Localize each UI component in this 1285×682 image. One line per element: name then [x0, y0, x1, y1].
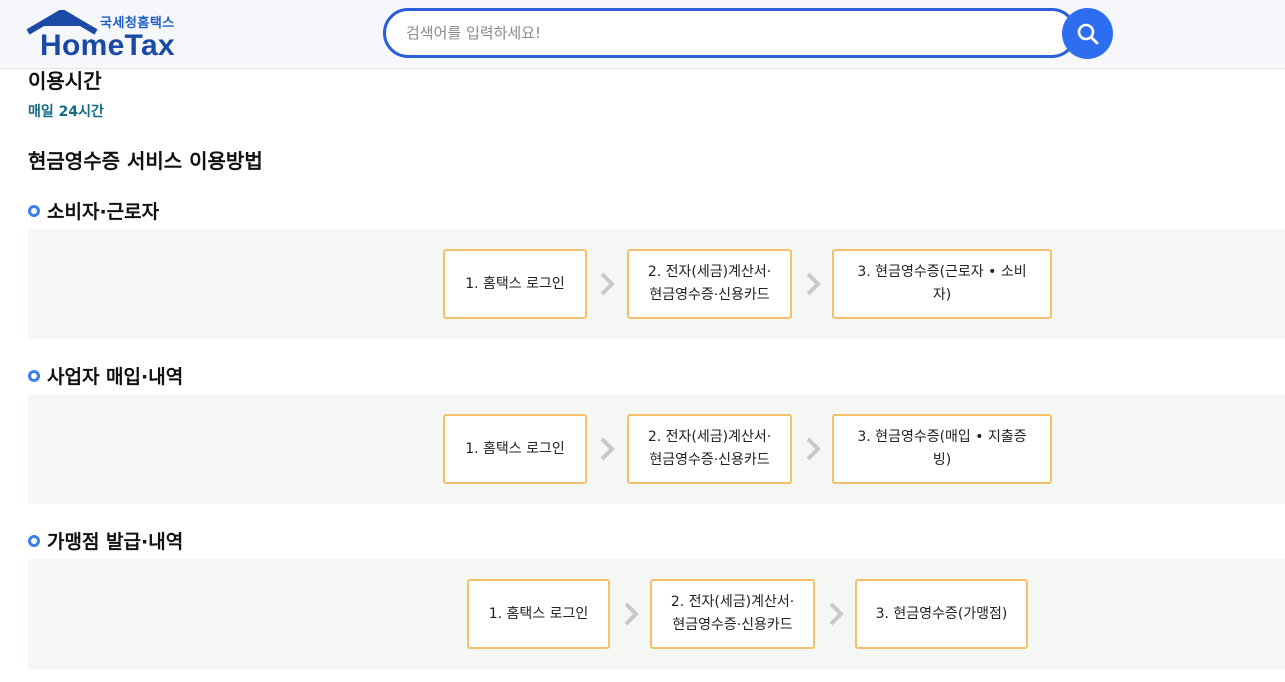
step-label: 1. 홈택스 로그인	[488, 605, 589, 622]
step-1-box[interactable]: 1. 홈택스 로그인	[467, 579, 610, 649]
chevron-right-icon	[806, 272, 821, 296]
step-3-box[interactable]: 3. 현금영수증(매입 • 지출증 빙)	[832, 414, 1052, 484]
section-title-text: 사업자 매입·내역	[47, 366, 184, 388]
step-label: 2. 전자(세금)계산서· 현금영수증·신용카드	[647, 429, 772, 468]
step-1-box[interactable]: 1. 홈택스 로그인	[443, 249, 587, 319]
usage-time-title: 이용시간	[28, 69, 102, 93]
section-title-consumer: 소비자·근로자	[28, 197, 159, 224]
step-label: 2. 전자(세금)계산서· 현금영수증·신용카드	[670, 594, 795, 633]
logo-english-text: HomeTax	[40, 29, 175, 62]
method-title: 현금영수증 서비스 이용방법	[28, 149, 263, 173]
step-2-box[interactable]: 2. 전자(세금)계산서· 현금영수증·신용카드	[627, 249, 792, 319]
usage-time-value: 매일 24시간	[28, 104, 104, 120]
bullet-icon	[28, 369, 40, 382]
step-2-box[interactable]: 2. 전자(세금)계산서· 현금영수증·신용카드	[650, 579, 815, 649]
chevron-right-icon	[806, 437, 821, 461]
step-label: 3. 현금영수증(근로자 • 소비 자)	[857, 264, 1027, 303]
bullet-icon	[28, 204, 40, 217]
section-title-text: 가맹점 발급·내역	[47, 531, 184, 553]
search-icon	[1077, 23, 1098, 44]
search-button[interactable]	[1062, 8, 1113, 59]
bullet-icon	[28, 534, 40, 547]
steps-panel-consumer: 1. 홈택스 로그인 2. 전자(세금)계산서· 현금영수증·신용카드 3. 현…	[28, 229, 1285, 339]
section-title-merchant: 가맹점 발급·내역	[28, 527, 183, 554]
step-2-box[interactable]: 2. 전자(세금)계산서· 현금영수증·신용카드	[627, 414, 792, 484]
header: 국세청홈택스 HomeTax	[0, 0, 1285, 69]
search-box	[383, 8, 1077, 58]
step-1-box[interactable]: 1. 홈택스 로그인	[443, 414, 587, 484]
step-label: 1. 홈택스 로그인	[465, 275, 565, 292]
hometax-logo[interactable]: 국세청홈택스 HomeTax	[26, 10, 186, 62]
section-title-text: 소비자·근로자	[47, 201, 160, 223]
search-input[interactable]	[406, 21, 1046, 45]
steps-panel-merchant: 1. 홈택스 로그인 2. 전자(세금)계산서· 현금영수증·신용카드 3. 현…	[28, 559, 1285, 669]
chevron-right-icon	[600, 272, 615, 296]
step-label: 1. 홈택스 로그인	[465, 440, 565, 457]
step-label: 2. 전자(세금)계산서· 현금영수증·신용카드	[647, 264, 772, 303]
step-label: 3. 현금영수증(가맹점)	[875, 605, 1008, 622]
chevron-right-icon	[600, 437, 615, 461]
section-title-business: 사업자 매입·내역	[28, 362, 183, 389]
step-3-box[interactable]: 3. 현금영수증(가맹점)	[855, 579, 1028, 649]
step-label: 3. 현금영수증(매입 • 지출증 빙)	[857, 429, 1027, 468]
steps-panel-business: 1. 홈택스 로그인 2. 전자(세금)계산서· 현금영수증·신용카드 3. 현…	[28, 394, 1285, 504]
chevron-right-icon	[624, 602, 639, 626]
step-3-box[interactable]: 3. 현금영수증(근로자 • 소비 자)	[832, 249, 1052, 319]
chevron-right-icon	[829, 602, 844, 626]
